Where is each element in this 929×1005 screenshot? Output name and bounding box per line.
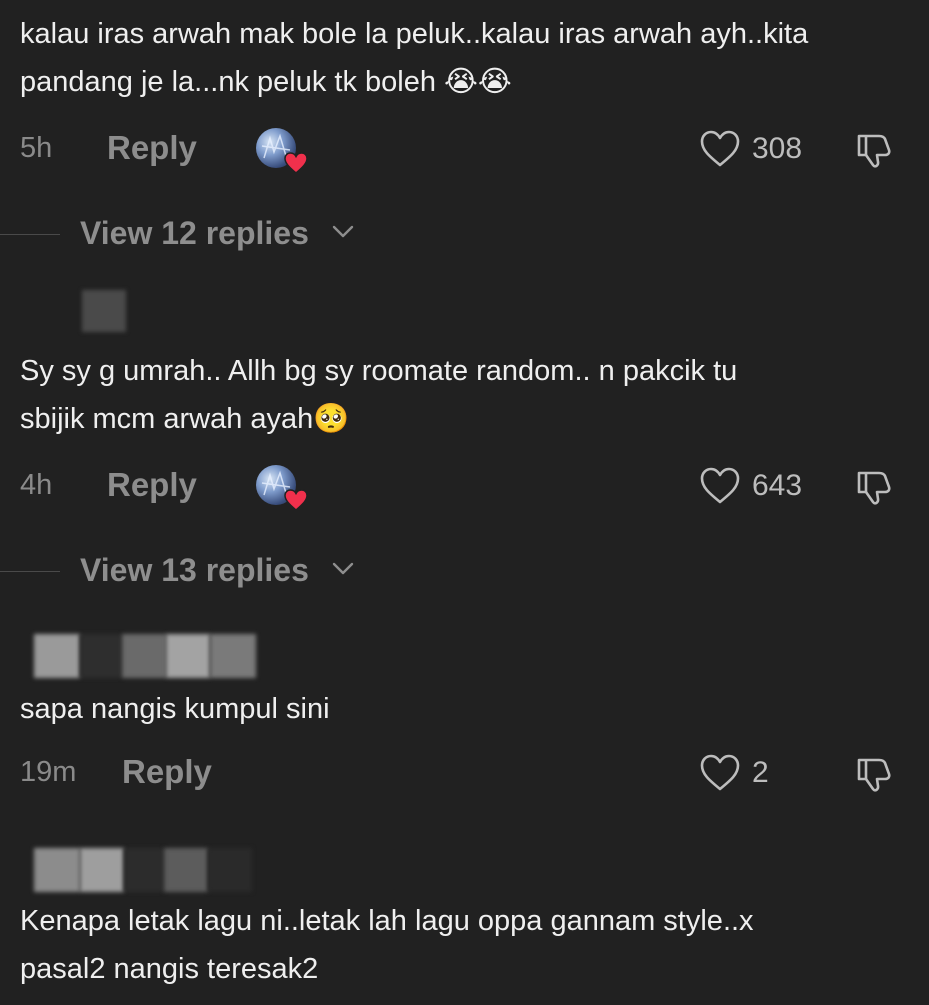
chevron-down-icon <box>332 562 354 575</box>
comment-text: kalau iras arwah mak bole la peluk..kala… <box>20 18 809 98</box>
thumbs-down-icon[interactable] <box>855 130 895 170</box>
like-count: 2 <box>752 756 769 789</box>
replies-divider <box>0 571 60 572</box>
view-replies-button[interactable]: View 12 replies <box>0 212 400 256</box>
like-count: 643 <box>752 469 803 502</box>
reply-button[interactable]: Reply <box>122 753 212 791</box>
replies-divider <box>0 234 60 235</box>
comment-timestamp: 4h <box>20 469 53 501</box>
like-button[interactable]: 643 <box>700 463 830 509</box>
view-replies-label: View 12 replies <box>80 215 309 251</box>
comment-text: sapa nangis kumpul sini <box>20 693 330 725</box>
comment-timestamp: 19m <box>20 756 77 788</box>
creator-liked-badge <box>256 126 308 174</box>
comment-text: Kenapa letak lagu ni..letak lah lagu opp… <box>20 905 754 985</box>
creator-liked-badge <box>256 463 308 511</box>
chevron-down-icon <box>332 225 354 238</box>
heart-badge-icon <box>284 489 308 511</box>
reply-button[interactable]: Reply <box>107 129 197 167</box>
comment-text: Sy sy g umrah.. Allh bg sy roomate rando… <box>20 355 738 435</box>
heart-badge-icon <box>284 152 308 174</box>
comment-timestamp: 5h <box>20 132 53 164</box>
comment-meta-row: 5h Reply 308 <box>20 126 909 174</box>
heart-outline-icon <box>700 754 740 791</box>
thumbs-down-icon[interactable] <box>855 467 895 507</box>
view-replies-label: View 13 replies <box>80 552 309 588</box>
heart-outline-icon <box>700 130 740 167</box>
comment-meta-row: 4h Reply 643 <box>20 463 909 511</box>
thumbs-down-icon[interactable] <box>855 754 895 794</box>
like-count: 308 <box>752 132 803 165</box>
view-replies-button[interactable]: View 13 replies <box>0 549 400 593</box>
like-button[interactable]: 308 <box>700 126 830 172</box>
reply-button[interactable]: Reply <box>107 466 197 504</box>
like-button[interactable]: 2 <box>700 750 830 796</box>
heart-outline-icon <box>700 467 740 504</box>
comment-meta-row: 19m Reply 2 <box>20 750 909 794</box>
